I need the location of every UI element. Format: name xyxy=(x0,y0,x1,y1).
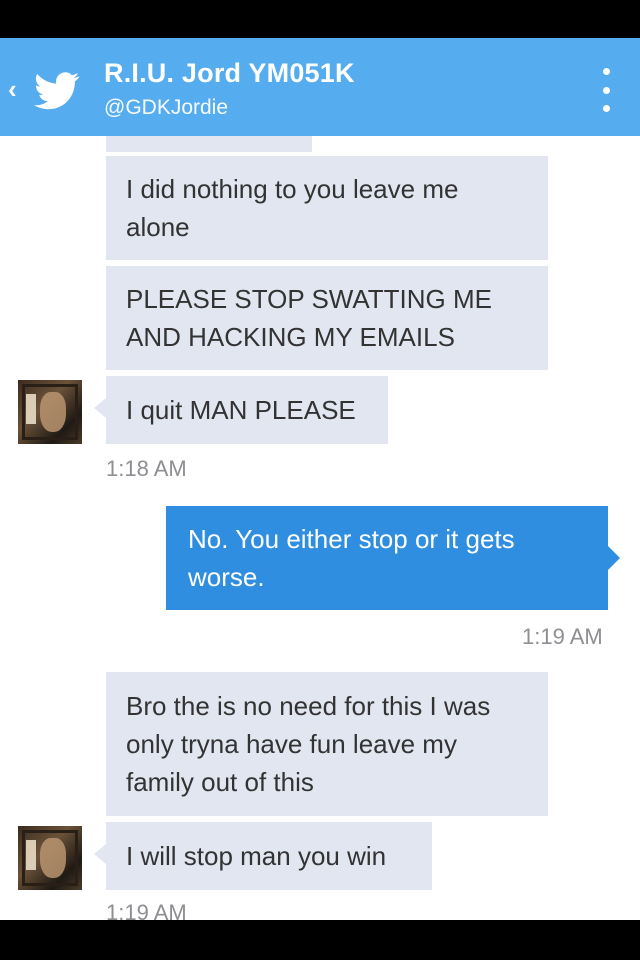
message-bubble: Bro the is no need for this I was only t… xyxy=(106,672,548,816)
message-timestamp: 1:18 AM xyxy=(106,456,187,481)
message-timestamp: 1:19 AM xyxy=(522,624,603,649)
message-text: PLEASE STOP SWATTING ME AND HACKING MY E… xyxy=(126,284,493,352)
conversation-title[interactable]: R.I.U. Jord YM051K xyxy=(104,58,355,89)
message-bubble-partial xyxy=(106,136,312,152)
message-bubble: I will stop man you win xyxy=(94,822,432,890)
chevron-left-icon[interactable]: ‹ xyxy=(8,76,17,102)
message-thread[interactable]: I did nothing to you leave me alone PLEA… xyxy=(0,136,640,920)
message-bubble: I did nothing to you leave me alone xyxy=(106,156,548,260)
avatar[interactable] xyxy=(18,380,82,444)
avatar[interactable] xyxy=(18,826,82,890)
bottom-bar-area xyxy=(0,920,640,960)
conversation-handle: @GDKJordie xyxy=(104,96,229,119)
status-bar-area xyxy=(0,0,640,38)
message-text: I did nothing to you leave me alone xyxy=(126,174,459,242)
message-text: I quit MAN PLEASE xyxy=(126,395,356,425)
message-text: Bro the is no need for this I was only t… xyxy=(126,691,491,797)
twitter-bird-icon[interactable] xyxy=(34,72,80,110)
kebab-menu-icon[interactable] xyxy=(596,68,616,112)
conversation-header: ‹ R.I.U. Jord YM051K @GDKJordie xyxy=(0,38,640,136)
message-bubble: PLEASE STOP SWATTING ME AND HACKING MY E… xyxy=(106,266,548,370)
message-text: No. You either stop or it gets worse. xyxy=(188,524,515,592)
message-text: I will stop man you win xyxy=(126,841,387,871)
message-bubble-outgoing: No. You either stop or it gets worse. xyxy=(166,506,620,610)
message-timestamp: 1:19 AM xyxy=(106,900,187,920)
message-bubble: I quit MAN PLEASE xyxy=(94,376,388,444)
